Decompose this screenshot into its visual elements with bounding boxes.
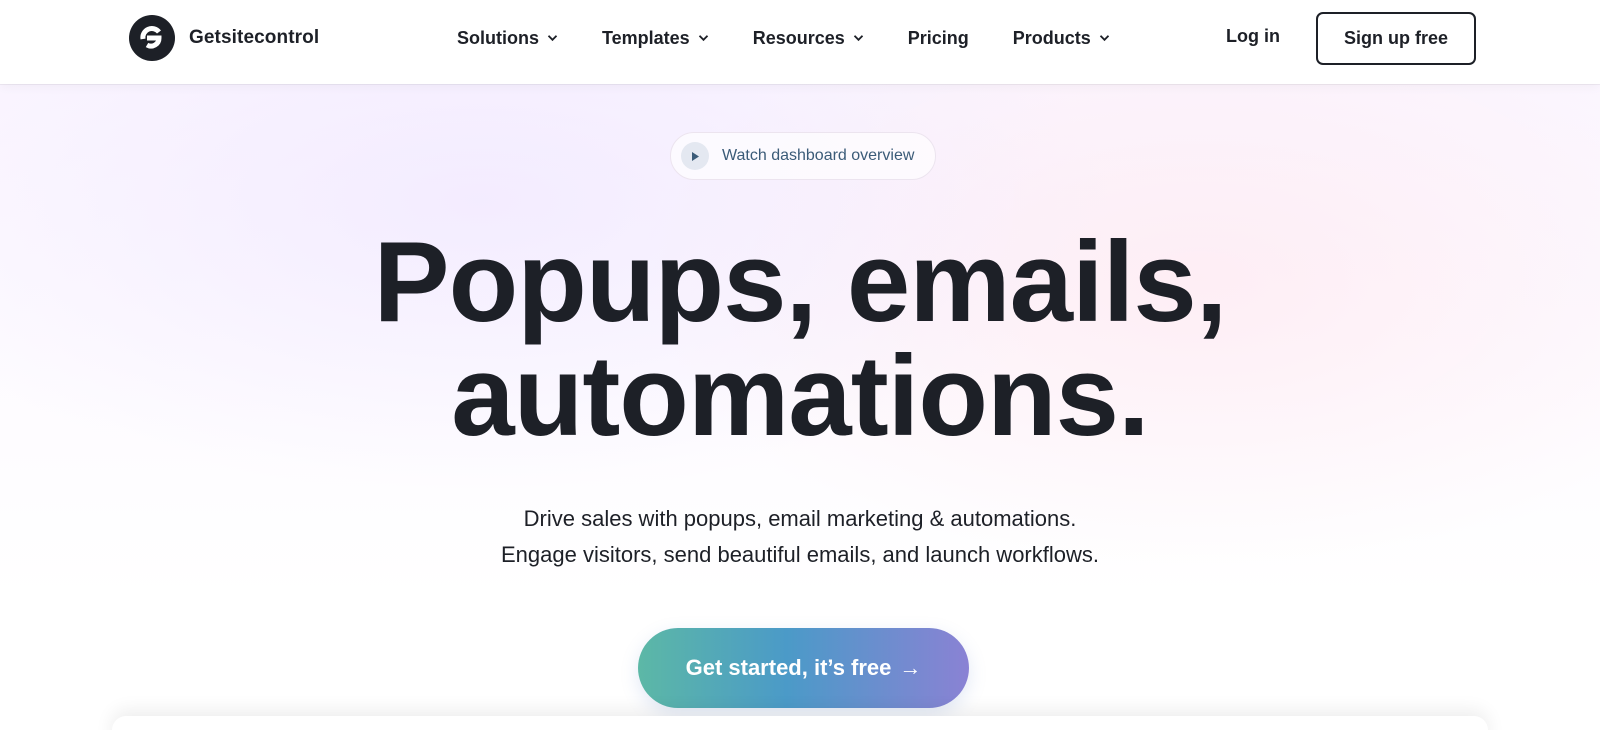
getsitecontrol-logo-icon: [129, 15, 175, 61]
subtext-line-2: Engage visitors, send beautiful emails, …: [501, 542, 1099, 567]
get-started-button[interactable]: Get started, it’s free →: [638, 628, 969, 708]
site-header: Getsitecontrol Solutions Templates Resou…: [0, 0, 1600, 84]
headline-line-1: Popups, emails,: [373, 219, 1228, 346]
hero-subtext: Drive sales with popups, email marketing…: [0, 501, 1600, 573]
nav-item-pricing[interactable]: Pricing: [908, 28, 969, 49]
chevron-down-icon: [698, 35, 708, 42]
nav-item-label: Resources: [752, 27, 845, 48]
arrow-right-icon: →: [899, 655, 922, 680]
headline-line-2: automations.: [451, 333, 1149, 460]
nav-item-resources[interactable]: Resources: [753, 28, 864, 49]
watch-overview-button[interactable]: Watch dashboard overview: [670, 132, 936, 180]
hero-headline: Popups, emails, automations.: [0, 226, 1600, 454]
nav-item-solutions[interactable]: Solutions: [457, 28, 558, 49]
login-link[interactable]: Log in: [1226, 26, 1280, 47]
chevron-down-icon: [1099, 35, 1109, 42]
dashboard-preview-card: [112, 716, 1488, 730]
nav-item-label: Templates: [602, 27, 690, 48]
watch-overview-label: Watch dashboard overview: [722, 147, 915, 164]
page: Getsitecontrol Solutions Templates Resou…: [0, 0, 1600, 730]
subtext-line-1: Drive sales with popups, email marketing…: [523, 506, 1077, 531]
play-icon: [681, 142, 709, 170]
nav-item-templates[interactable]: Templates: [602, 28, 709, 49]
chevron-down-icon: [547, 35, 558, 42]
brand-logo-link[interactable]: Getsitecontrol: [129, 15, 319, 61]
nav-item-label: Pricing: [907, 27, 969, 48]
nav-item-products[interactable]: Products: [1013, 28, 1110, 49]
nav-item-label: Products: [1012, 27, 1091, 48]
chevron-down-icon: [853, 35, 863, 42]
brand-name: Getsitecontrol: [189, 27, 320, 48]
signup-button[interactable]: Sign up free: [1316, 12, 1476, 65]
nav-item-label: Solutions: [457, 27, 539, 48]
main-nav: Solutions Templates Resources Pricing Pr…: [457, 0, 1154, 76]
cta-label: Get started, it’s free: [685, 655, 892, 680]
